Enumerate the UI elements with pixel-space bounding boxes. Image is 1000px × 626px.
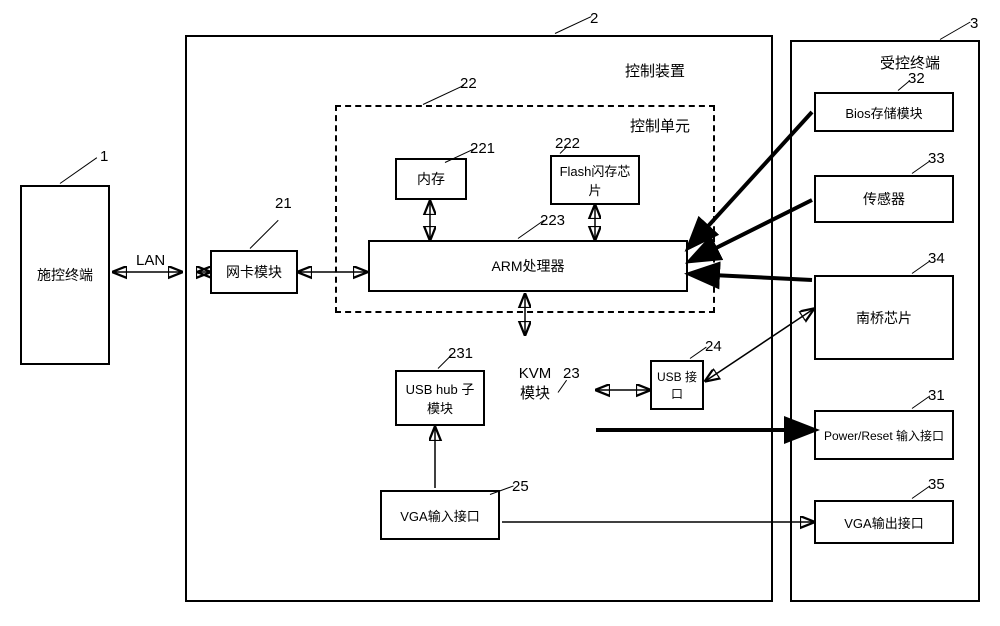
flash-chip-label: Flash闪存芯片: [556, 161, 634, 199]
leader-3: [940, 22, 971, 40]
arm-processor-box: ARM处理器: [368, 240, 688, 292]
usb-hub-label: USB hub 子模块: [401, 379, 479, 417]
nic-module-box: 网卡模块: [210, 250, 298, 294]
bios-storage-box: Bios存储模块: [814, 92, 954, 132]
controlling-terminal-box: 施控终端: [20, 185, 110, 365]
controlling-terminal-label: 施控终端: [37, 265, 93, 285]
leader-2: [555, 16, 592, 34]
label-21: 21: [275, 195, 292, 212]
label-32: 32: [908, 70, 925, 87]
label-1: 1: [100, 148, 108, 165]
power-reset-label: Power/Reset 输入接口: [824, 427, 944, 444]
arm-processor-label: ARM处理器: [491, 256, 564, 276]
usb-port-box: USB 接口: [650, 360, 704, 410]
label-34: 34: [928, 250, 945, 267]
kvm-module-label: KVM 模块: [510, 365, 560, 403]
leader-1: [60, 157, 97, 184]
memory-label: 内存: [417, 169, 445, 189]
sensor-box: 传感器: [814, 175, 954, 223]
lan-label: LAN: [136, 252, 165, 269]
label-2: 2: [590, 10, 598, 27]
label-24: 24: [705, 338, 722, 355]
control-unit-title: 控制单元: [630, 115, 690, 136]
label-31: 31: [928, 387, 945, 404]
control-device-title: 控制装置: [625, 60, 685, 81]
sensor-label: 传感器: [863, 189, 905, 209]
label-25: 25: [512, 478, 529, 495]
vga-output-box: VGA输出接口: [814, 500, 954, 544]
power-reset-box: Power/Reset 输入接口: [814, 410, 954, 460]
flash-chip-box: Flash闪存芯片: [550, 155, 640, 205]
vga-output-label: VGA输出接口: [844, 513, 923, 532]
south-bridge-label: 南桥芯片: [856, 308, 912, 328]
vga-input-label: VGA输入接口: [400, 506, 479, 525]
label-33: 33: [928, 150, 945, 167]
label-22: 22: [460, 75, 477, 92]
label-35: 35: [928, 476, 945, 493]
memory-box: 内存: [395, 158, 467, 200]
label-222: 222: [555, 135, 580, 152]
vga-input-box: VGA输入接口: [380, 490, 500, 540]
label-3: 3: [970, 15, 978, 32]
usb-port-label: USB 接口: [656, 368, 698, 402]
usb-hub-box: USB hub 子模块: [395, 370, 485, 426]
bios-storage-label: Bios存储模块: [845, 103, 922, 122]
south-bridge-box: 南桥芯片: [814, 275, 954, 360]
nic-module-label: 网卡模块: [226, 262, 282, 282]
